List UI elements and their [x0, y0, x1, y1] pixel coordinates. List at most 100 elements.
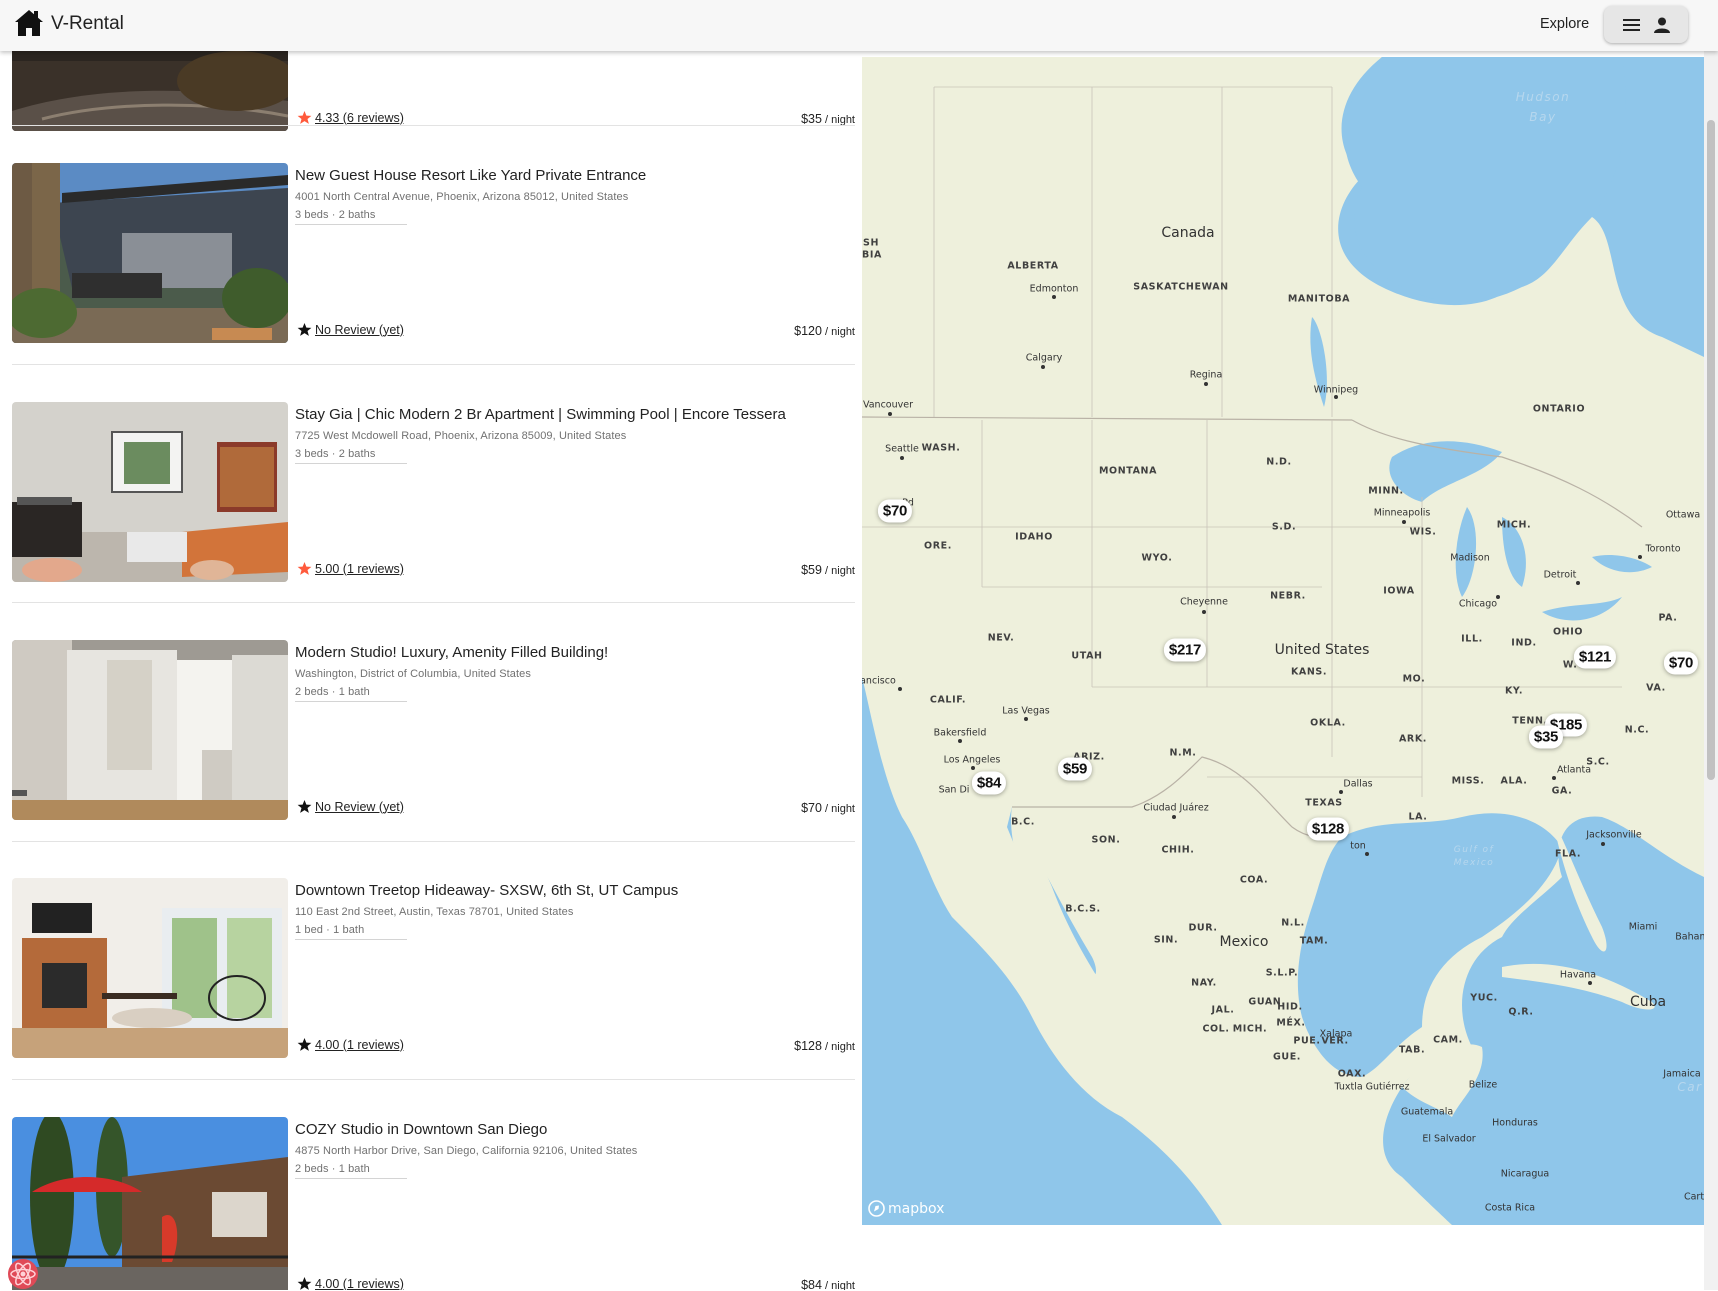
- city-label: Seattle: [885, 443, 919, 455]
- listing-card[interactable]: Stay Gia | Chic Modern 2 Br Apartment | …: [12, 402, 855, 582]
- city-dot: [1024, 717, 1028, 721]
- rating-text[interactable]: 4.00 (1 reviews): [315, 1038, 404, 1052]
- explore-link[interactable]: Explore: [1540, 16, 1589, 32]
- city-label: Belize: [1468, 1079, 1498, 1091]
- state-label: OAX.: [1337, 1068, 1367, 1080]
- listing-photo[interactable]: [12, 1117, 288, 1290]
- state-label: FLA.: [1554, 848, 1582, 860]
- state-label: CALIF.: [929, 694, 967, 706]
- listing-beds: 2 beds · 1 bath: [295, 686, 407, 702]
- listing-address: 4001 North Central Avenue, Phoenix, Ariz…: [295, 191, 629, 203]
- state-label: OKLA.: [1310, 717, 1346, 729]
- listing-photo[interactable]: [12, 640, 288, 820]
- city-dot: [1365, 852, 1369, 856]
- listing-card[interactable]: Modern Studio! Luxury, Amenity Filled Bu…: [12, 640, 855, 820]
- listing-divider: [12, 602, 855, 603]
- price-pin[interactable]: $70: [877, 499, 913, 523]
- listing-title[interactable]: Modern Studio! Luxury, Amenity Filled Bu…: [295, 644, 608, 661]
- state-label: N.M.: [1169, 747, 1197, 759]
- state-label: TAB.: [1398, 1044, 1426, 1056]
- rating-text[interactable]: No Review (yet): [315, 800, 404, 814]
- city-label: Cheyenne: [1180, 596, 1228, 608]
- listing-price: $84 / night: [801, 1278, 855, 1290]
- water-label: Hudson: [1515, 90, 1571, 104]
- state-label: S.D.: [1271, 521, 1297, 533]
- mapbox-attribution[interactable]: mapbox: [868, 1200, 944, 1217]
- listing-title[interactable]: Downtown Treetop Hideaway- SXSW, 6th St,…: [295, 882, 678, 899]
- listing-photo[interactable]: [12, 878, 288, 1058]
- listing-photo[interactable]: [12, 163, 288, 343]
- listing-rating[interactable]: 4.00 (1 reviews): [297, 1037, 404, 1052]
- listing-address: 110 East 2nd Street, Austin, Texas 78701…: [295, 906, 574, 918]
- state-label: WIS.: [1409, 526, 1437, 538]
- rating-text[interactable]: 4.00 (1 reviews): [315, 1277, 404, 1291]
- listing-photo[interactable]: [12, 402, 288, 582]
- rating-text[interactable]: 5.00 (1 reviews): [315, 562, 404, 576]
- listing-card[interactable]: Downtown Treetop Hideaway- SXSW, 6th St,…: [12, 878, 855, 1058]
- price-value: $120: [794, 324, 822, 338]
- state-label: COL.: [1202, 1023, 1230, 1035]
- price-pin[interactable]: $121: [1573, 645, 1617, 669]
- listing-rating[interactable]: No Review (yet): [297, 799, 404, 814]
- state-label: KY.: [1504, 685, 1524, 697]
- price-pin[interactable]: $59: [1057, 757, 1093, 781]
- price-pin[interactable]: $84: [971, 771, 1007, 795]
- state-label: CHIH.: [1161, 844, 1195, 856]
- state-label: UTAH: [1071, 650, 1103, 662]
- listing-photo[interactable]: [12, 51, 288, 131]
- listing-rating[interactable]: 5.00 (1 reviews): [297, 561, 404, 576]
- state-label: TAM.: [1299, 935, 1329, 947]
- listing-divider: [12, 1079, 855, 1080]
- listing-price: $128 / night: [794, 1039, 855, 1053]
- state-label: MANITOBA: [1287, 293, 1351, 305]
- city-dot: [1204, 382, 1208, 386]
- hamburger-icon: [1622, 18, 1640, 31]
- country-label: United States: [1274, 642, 1370, 658]
- rating-text[interactable]: 4.33 (6 reviews): [315, 111, 404, 125]
- state-label: MICH.: [1496, 519, 1532, 531]
- listing-card[interactable]: COZY Studio in Downtown San Diego 4875 N…: [12, 1117, 855, 1290]
- listing-rating[interactable]: 4.00 (1 reviews): [297, 1276, 404, 1290]
- city-dot: [1638, 555, 1642, 559]
- listing-title[interactable]: COZY Studio in Downtown San Diego: [295, 1121, 547, 1138]
- city-label: Calgary: [1025, 352, 1063, 364]
- devtools-badge-icon[interactable]: [6, 1257, 40, 1291]
- state-label: MONTANA: [1098, 465, 1158, 477]
- listing-address: 4875 North Harbor Drive, San Diego, Cali…: [295, 1145, 638, 1157]
- mapbox-label: mapbox: [888, 1200, 945, 1217]
- state-label: PA.: [1658, 612, 1678, 624]
- state-label: GUE.: [1272, 1051, 1302, 1063]
- state-label: SASKATCHEWAN: [1133, 281, 1229, 293]
- price-value: $84: [801, 1278, 822, 1290]
- price-pin[interactable]: $35: [1528, 725, 1564, 749]
- price-pin[interactable]: $128: [1306, 817, 1350, 841]
- state-label: TEXAS: [1305, 797, 1343, 809]
- price-pin[interactable]: $217: [1163, 638, 1207, 662]
- listing-rating[interactable]: 4.33 (6 reviews): [297, 110, 404, 125]
- listing-divider: [12, 841, 855, 842]
- brand-name[interactable]: V-Rental: [51, 13, 124, 35]
- home-logo-icon[interactable]: [14, 8, 44, 38]
- top-navbar: V-Rental Explore: [0, 0, 1718, 51]
- listing-address: Washington, District of Columbia, United…: [295, 668, 532, 680]
- state-label: GA.: [1551, 785, 1573, 797]
- city-label: Xalapa: [1319, 1028, 1353, 1040]
- star-icon: [297, 1276, 312, 1290]
- listing-card[interactable]: New Guest House Resort Like Yard Private…: [12, 163, 855, 343]
- water-label: Gulf of: [1453, 845, 1495, 855]
- state-label: YUC.: [1470, 992, 1498, 1004]
- state-label: B.C.: [1011, 816, 1035, 828]
- rating-text[interactable]: No Review (yet): [315, 323, 404, 337]
- page-scrollbar-thumb[interactable]: [1707, 120, 1715, 780]
- city-label: Honduras: [1492, 1117, 1538, 1129]
- listing-title[interactable]: Stay Gia | Chic Modern 2 Br Apartment | …: [295, 406, 786, 423]
- listing-rating[interactable]: No Review (yet): [297, 322, 404, 337]
- water-label: Mexico: [1453, 858, 1495, 868]
- state-label: ONTARIO: [1532, 403, 1586, 415]
- listing-title[interactable]: New Guest House Resort Like Yard Private…: [295, 167, 646, 184]
- price-pin[interactable]: $70: [1663, 651, 1699, 675]
- user-menu-button[interactable]: [1604, 6, 1688, 43]
- listing-card[interactable]: 4.33 (6 reviews) $35 / night: [12, 51, 855, 131]
- map-view[interactable]: Hudson Bay Gulf of Mexico Car Canada Uni…: [862, 57, 1704, 1225]
- city-label: Miami: [1628, 921, 1658, 933]
